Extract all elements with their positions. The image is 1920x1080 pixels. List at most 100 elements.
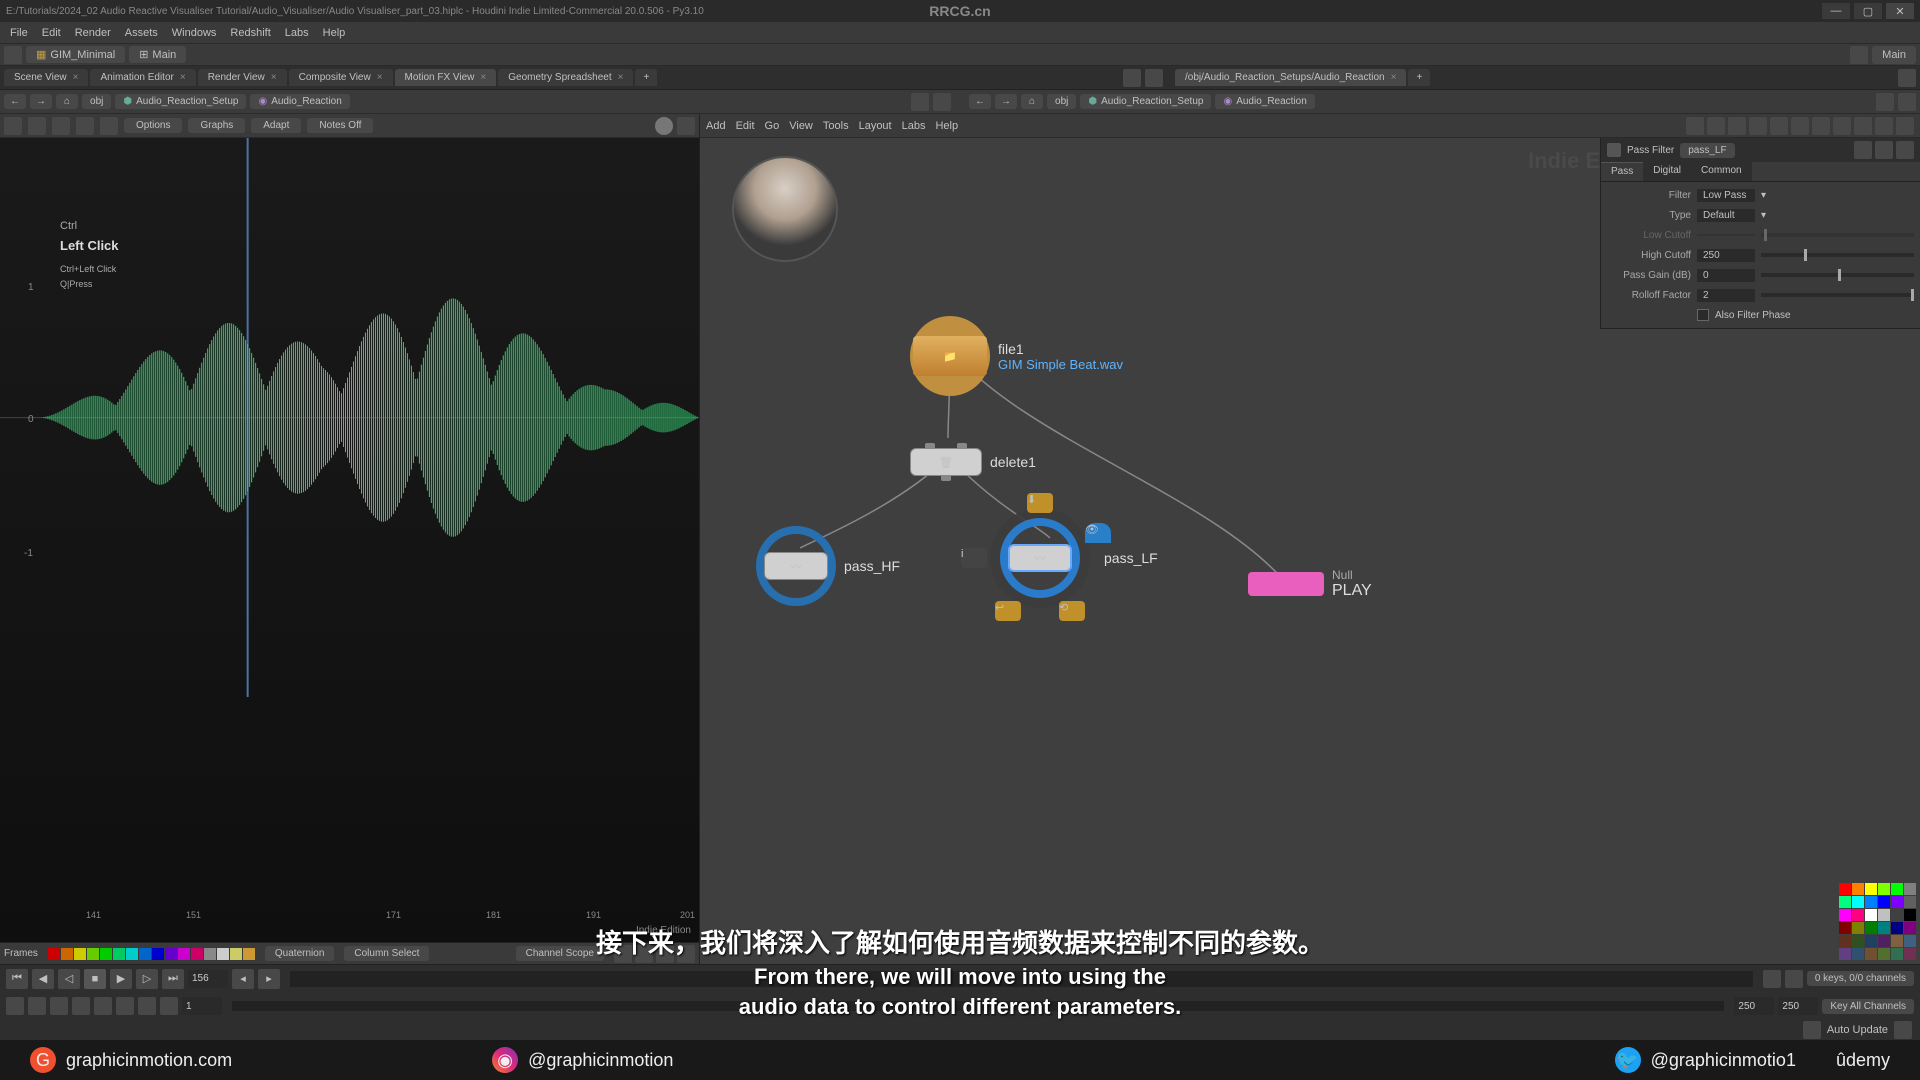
node-color-palette[interactable] (1839, 883, 1916, 960)
stop-button[interactable]: ■ (84, 969, 106, 989)
net-pin-icon[interactable] (1876, 93, 1894, 111)
net-icon-6[interactable] (1791, 117, 1809, 135)
net-icon-3[interactable] (1728, 117, 1746, 135)
net-menu-help[interactable]: Help (935, 120, 958, 132)
tl-tool-a[interactable] (1763, 970, 1781, 988)
path-pin-icon[interactable] (911, 93, 929, 111)
tool-d-icon[interactable] (76, 117, 94, 135)
high-cutoff-slider[interactable] (1761, 253, 1914, 257)
radial-info-icon[interactable]: i (961, 548, 987, 568)
net-menu-edit[interactable]: Edit (736, 120, 755, 132)
range-track[interactable] (232, 1001, 1724, 1011)
net-obj[interactable]: obj (1047, 94, 1076, 109)
operator-name[interactable]: pass_LF (1680, 143, 1734, 158)
net-icon-9[interactable] (1854, 117, 1872, 135)
radial-top-icon[interactable]: ⬇ (1027, 493, 1053, 513)
phase-checkbox[interactable] (1697, 309, 1709, 321)
node-pass-lf[interactable]: ⬇ 👁 i ↩ ⟲ 〰 pass_LF (1000, 518, 1158, 598)
tab-scene-view[interactable]: Scene View× (4, 69, 88, 86)
tab-animation-editor[interactable]: Animation Editor× (90, 69, 195, 86)
net-menu-tools[interactable]: Tools (823, 120, 849, 132)
left-pane-menu-icon[interactable] (1123, 69, 1141, 87)
gain-input[interactable]: 0 (1697, 269, 1755, 282)
layout-right-selector[interactable]: Main (1872, 46, 1916, 64)
range-c-icon[interactable] (72, 997, 90, 1015)
net-icon-8[interactable] (1833, 117, 1851, 135)
radial-br-icon[interactable]: ⟲ (1059, 601, 1085, 621)
desk-selector[interactable]: ▦GIM_Minimal (26, 46, 125, 63)
channel-color-swatches[interactable] (48, 948, 255, 960)
range-a-icon[interactable] (28, 997, 46, 1015)
net-icon-5[interactable] (1770, 117, 1788, 135)
step-back-button[interactable]: ◀ (32, 969, 54, 989)
radial-bl-icon[interactable]: ↩ (995, 601, 1021, 621)
net-forward-button[interactable]: → (995, 94, 1017, 109)
net-menu-add[interactable]: Add (706, 120, 726, 132)
channel-scope-dropdown[interactable]: Channel Scope (516, 946, 604, 961)
left-pane-max-icon[interactable] (1145, 69, 1163, 87)
more-icon[interactable] (1896, 141, 1914, 159)
tab-geometry-spreadsheet[interactable]: Geometry Spreadsheet× (498, 69, 633, 86)
range-end-b[interactable]: 250 (1778, 997, 1818, 1015)
range-f-icon[interactable] (138, 997, 156, 1015)
net-leaf[interactable]: ◉Audio_Reaction (1215, 94, 1314, 109)
timeline-track[interactable] (290, 971, 1753, 987)
type-dropdown[interactable]: Default (1697, 209, 1755, 222)
net-icon-search[interactable] (1896, 117, 1914, 135)
next-key-button[interactable]: ▸ (258, 969, 280, 989)
prev-key-button[interactable]: ◂ (232, 969, 254, 989)
net-icon-help[interactable] (1875, 117, 1893, 135)
radial-eye-icon[interactable]: 👁 (1085, 523, 1111, 543)
tool-c-icon[interactable] (52, 117, 70, 135)
tab-network-path[interactable]: /obj/Audio_Reaction_Setups/Audio_Reactio… (1175, 69, 1406, 86)
tab-common[interactable]: Common (1691, 162, 1752, 181)
tab-add[interactable]: + (635, 69, 657, 86)
gear-icon[interactable] (1854, 141, 1872, 159)
tab-network-add[interactable]: + (1408, 69, 1430, 86)
scope-x-icon[interactable] (635, 945, 653, 963)
menu-redshift[interactable]: Redshift (224, 25, 276, 41)
tl-tool-b[interactable] (1785, 970, 1803, 988)
net-menu-go[interactable]: Go (765, 120, 780, 132)
tool-e-icon[interactable] (100, 117, 118, 135)
net-menu-layout[interactable]: Layout (859, 120, 892, 132)
scope-add-icon[interactable] (614, 945, 632, 963)
tab-composite-view[interactable]: Composite View× (289, 69, 393, 86)
range-g-icon[interactable] (160, 997, 178, 1015)
tool-b-icon[interactable] (28, 117, 46, 135)
options-dropdown[interactable]: Options (124, 118, 182, 133)
current-frame-input[interactable]: 156 (188, 970, 228, 988)
step-fwd-button[interactable]: ▷ (136, 969, 158, 989)
node-delete1[interactable]: 🗑 delete1 (910, 448, 1036, 476)
range-lock-icon[interactable] (6, 997, 24, 1015)
back-button[interactable]: ← (4, 94, 26, 109)
range-e-icon[interactable] (116, 997, 134, 1015)
keys-info[interactable]: 0 keys, 0/0 channels (1807, 971, 1914, 986)
net-home-icon[interactable]: ⌂ (1021, 94, 1043, 109)
right-pane-max-icon[interactable] (1898, 69, 1916, 87)
auto-update-icon[interactable] (1803, 1021, 1821, 1039)
menu-assets[interactable]: Assets (119, 25, 164, 41)
range-b-icon[interactable] (50, 997, 68, 1015)
notes-dropdown[interactable]: Notes Off (307, 118, 373, 133)
menu-windows[interactable]: Windows (166, 25, 223, 41)
maximize-button[interactable]: ▢ (1854, 3, 1882, 19)
net-menu-labs[interactable]: Labs (902, 120, 926, 132)
adapt-dropdown[interactable]: Adapt (251, 118, 301, 133)
path-obj[interactable]: obj (82, 94, 111, 109)
range-d-icon[interactable] (94, 997, 112, 1015)
tab-digital[interactable]: Digital (1643, 162, 1691, 181)
net-icon-1[interactable] (1686, 117, 1704, 135)
menu-labs[interactable]: Labs (279, 25, 315, 41)
quaternion-dropdown[interactable]: Quaternion (265, 946, 334, 961)
high-cutoff-input[interactable]: 250 (1697, 249, 1755, 262)
scope-arrow-icon[interactable] (656, 945, 674, 963)
shelf-icon-cloud[interactable] (4, 46, 22, 64)
play-button[interactable]: ▶ (110, 969, 132, 989)
goto-end-button[interactable]: ⏭ (162, 969, 184, 989)
close-button[interactable]: ✕ (1886, 3, 1914, 19)
rolloff-input[interactable]: 2 (1697, 289, 1755, 302)
range-start-input[interactable]: 1 (182, 997, 222, 1015)
node-file1[interactable]: 📁 file1 GIM Simple Beat.wav (910, 316, 1123, 396)
range-end-a[interactable]: 250 (1734, 997, 1774, 1015)
